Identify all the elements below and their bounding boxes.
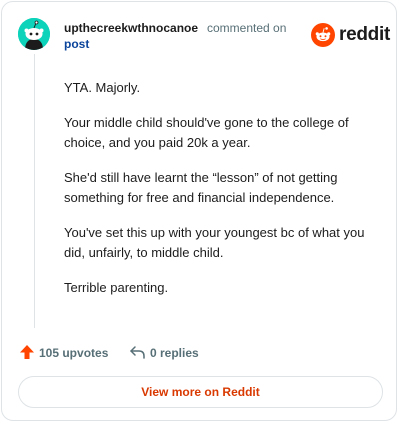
reply-count: 0 replies [150,346,199,360]
user-avatar-icon[interactable] [18,18,50,50]
view-more-on-reddit-button[interactable]: View more on Reddit [18,376,383,408]
comment-paragraph: She'd still have learnt the “lesson” of … [64,170,338,205]
reddit-logo[interactable]: reddit [311,22,390,48]
reddit-logo-icon [311,23,335,47]
upvote-count: 105 upvotes [39,346,109,360]
comment-paragraph: You've set this up with your youngest bc… [64,225,365,260]
comment-paragraph: YTA. Majorly. [64,80,141,95]
comment-action-text: commented on [207,21,287,35]
comment-embed-card: upthecreekwthnocanoe commented on post r… [1,1,397,421]
reddit-wordmark: reddit [339,24,390,45]
thread-line [34,54,35,328]
post-link[interactable]: post [64,37,89,51]
reply-arrow-icon[interactable] [129,344,146,360]
comment-author-link[interactable]: upthecreekwthnocanoe [64,21,198,35]
comment-paragraph: Terrible parenting. [64,280,169,295]
comment-body: YTA. Majorly. Your middle child should'v… [64,78,382,313]
upvote-arrow-icon[interactable] [19,344,35,360]
comment-paragraph: Your middle child should've gone to the … [64,115,349,150]
